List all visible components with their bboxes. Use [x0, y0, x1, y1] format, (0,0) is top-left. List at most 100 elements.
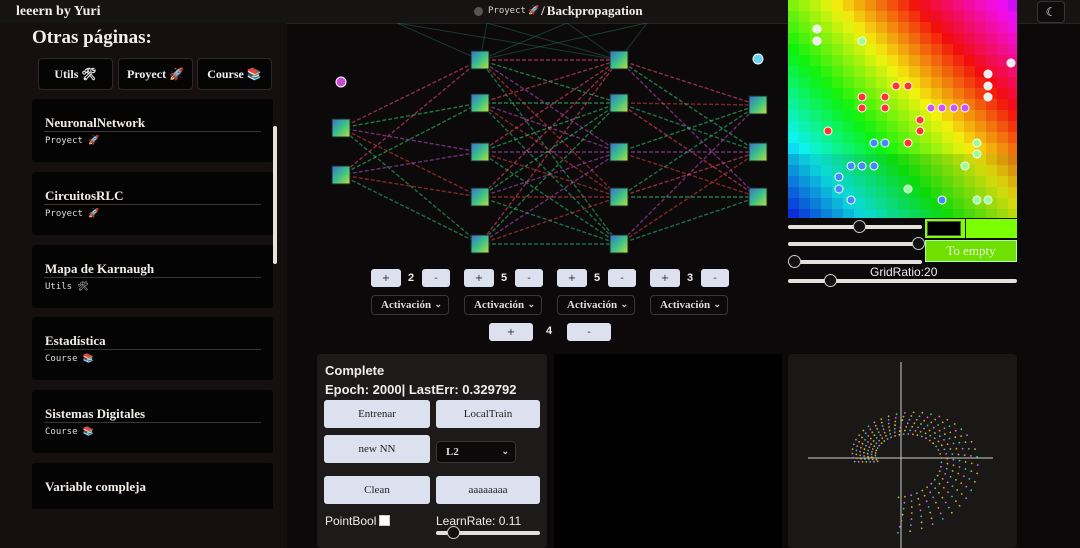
chip-course[interactable]: Course 📚 — [197, 58, 272, 90]
layer2-activation-select[interactable]: Activación ⌄ — [464, 295, 542, 315]
heatmap-point[interactable] — [869, 138, 879, 148]
heatmap-point[interactable] — [857, 103, 867, 113]
grid-ratio-knob[interactable] — [824, 274, 837, 287]
layer1-remove-button[interactable]: - — [422, 269, 450, 287]
heatmap-point[interactable] — [880, 92, 890, 102]
slider-1-knob[interactable] — [853, 220, 866, 233]
network-node[interactable] — [470, 142, 490, 162]
network-node[interactable] — [609, 187, 629, 207]
layer2-remove-button[interactable]: - — [515, 269, 543, 287]
page-card-sistemas-digitales[interactable]: Sistemas Digitales Course 📚 — [32, 390, 273, 453]
learn-rate-slider[interactable] — [436, 526, 540, 539]
layer3-remove-button[interactable]: - — [608, 269, 636, 287]
network-node[interactable] — [609, 142, 629, 162]
heatmap-point[interactable] — [915, 126, 925, 136]
output-heatmap[interactable] — [788, 0, 1017, 218]
heatmap-point[interactable] — [857, 161, 867, 171]
slider-2-knob[interactable] — [912, 237, 925, 250]
to-empty-button[interactable]: To empty — [925, 240, 1017, 262]
network-node[interactable] — [609, 234, 629, 254]
slider-2[interactable] — [788, 237, 925, 250]
network-canvas[interactable] — [287, 23, 787, 263]
local-train-button[interactable]: LocalTrain — [436, 400, 540, 428]
heatmap-point[interactable] — [857, 36, 867, 46]
heatmap-point[interactable] — [1006, 58, 1016, 68]
hidden-layer-add-button[interactable]: + — [489, 323, 533, 341]
network-node[interactable] — [748, 95, 768, 115]
hidden-layer-remove-button[interactable]: - — [567, 323, 611, 341]
heatmap-point[interactable] — [915, 115, 925, 125]
network-node[interactable] — [748, 187, 768, 207]
sidebar-scrollbar[interactable] — [273, 126, 277, 264]
heatmap-point[interactable] — [846, 161, 856, 171]
heatmap-point[interactable] — [926, 103, 936, 113]
slider-3[interactable] — [788, 255, 922, 268]
chip-utils[interactable]: Utils 🛠 — [38, 58, 113, 90]
layer1-add-button[interactable]: + — [371, 269, 401, 287]
network-node[interactable] — [609, 93, 629, 113]
layer4-activation-select[interactable]: Activación ⌄ — [650, 295, 728, 315]
heatmap-canvas[interactable] — [788, 0, 1017, 218]
color-swatch[interactable] — [927, 221, 961, 236]
grid-ratio-slider[interactable] — [788, 274, 1017, 287]
network-node[interactable] — [470, 187, 490, 207]
heatmap-point[interactable] — [834, 172, 844, 182]
heatmap-point[interactable] — [880, 103, 890, 113]
layer1-activation-select[interactable]: Activación ⌄ — [371, 295, 449, 315]
heatmap-point[interactable] — [972, 195, 982, 205]
heatmap-point[interactable] — [983, 195, 993, 205]
clean-button[interactable]: Clean — [324, 476, 430, 504]
heatmap-point[interactable] — [983, 81, 993, 91]
layer4-remove-button[interactable]: - — [701, 269, 729, 287]
heatmap-point[interactable] — [972, 138, 982, 148]
heatmap-point[interactable] — [869, 161, 879, 171]
layer3-activation-select[interactable]: Activación ⌄ — [557, 295, 635, 315]
new-nn-button[interactable]: new NN — [324, 435, 430, 463]
heatmap-point[interactable] — [960, 103, 970, 113]
heatmap-point[interactable] — [903, 81, 913, 91]
theme-toggle-button[interactable]: ☾ — [1037, 1, 1065, 23]
point-bool-checkbox[interactable] — [379, 515, 390, 526]
heatmap-point[interactable] — [812, 36, 822, 46]
layer2-add-button[interactable]: + — [464, 269, 494, 287]
slider-3-knob[interactable] — [788, 255, 801, 268]
heatmap-point[interactable] — [834, 184, 844, 194]
heatmap-point[interactable] — [937, 195, 947, 205]
network-node[interactable] — [470, 234, 490, 254]
network-node[interactable] — [470, 50, 490, 70]
heatmap-point[interactable] — [903, 184, 913, 194]
slider-1[interactable] — [788, 220, 922, 233]
network-node[interactable] — [748, 142, 768, 162]
loss-select[interactable]: L2 ⌄ — [436, 441, 516, 463]
train-button[interactable]: Entrenar — [324, 400, 430, 428]
page-card-karnaugh[interactable]: Mapa de Karnaugh Utils 🛠 — [32, 245, 273, 308]
heatmap-point[interactable] — [949, 103, 959, 113]
aaa-button[interactable]: aaaaaaaa — [436, 476, 540, 504]
breadcrumb-parent[interactable]: Proyect — [488, 6, 526, 16]
heatmap-point[interactable] — [972, 149, 982, 159]
heatmap-point[interactable] — [983, 69, 993, 79]
network-node[interactable] — [470, 93, 490, 113]
page-card-estadistica[interactable]: Estadística Course 📚 — [32, 317, 273, 380]
heatmap-point[interactable] — [960, 161, 970, 171]
network-node[interactable] — [609, 50, 629, 70]
layer4-add-button[interactable]: + — [650, 269, 680, 287]
heatmap-point[interactable] — [857, 92, 867, 102]
network-node[interactable] — [331, 118, 351, 138]
layer3-add-button[interactable]: + — [557, 269, 587, 287]
page-card-neuronalnetwork[interactable]: NeuronalNetwork Proyect 🚀 — [32, 99, 273, 162]
page-card-circuitosrlc[interactable]: CircuitosRLC Proyect 🚀 — [32, 172, 273, 235]
heatmap-point[interactable] — [823, 126, 833, 136]
chip-proyect[interactable]: Proyect 🚀 — [118, 58, 193, 90]
page-card-variable-compleja[interactable]: Variable compleja — [32, 463, 273, 509]
heatmap-point[interactable] — [937, 103, 947, 113]
heatmap-point[interactable] — [880, 138, 890, 148]
heatmap-point[interactable] — [846, 195, 856, 205]
brand-title[interactable]: leeern by Yuri — [16, 4, 101, 20]
heatmap-point[interactable] — [903, 138, 913, 148]
learn-rate-knob[interactable] — [447, 526, 460, 539]
heatmap-point[interactable] — [812, 24, 822, 34]
heatmap-point[interactable] — [983, 92, 993, 102]
heatmap-point[interactable] — [891, 81, 901, 91]
network-node[interactable] — [331, 165, 351, 185]
